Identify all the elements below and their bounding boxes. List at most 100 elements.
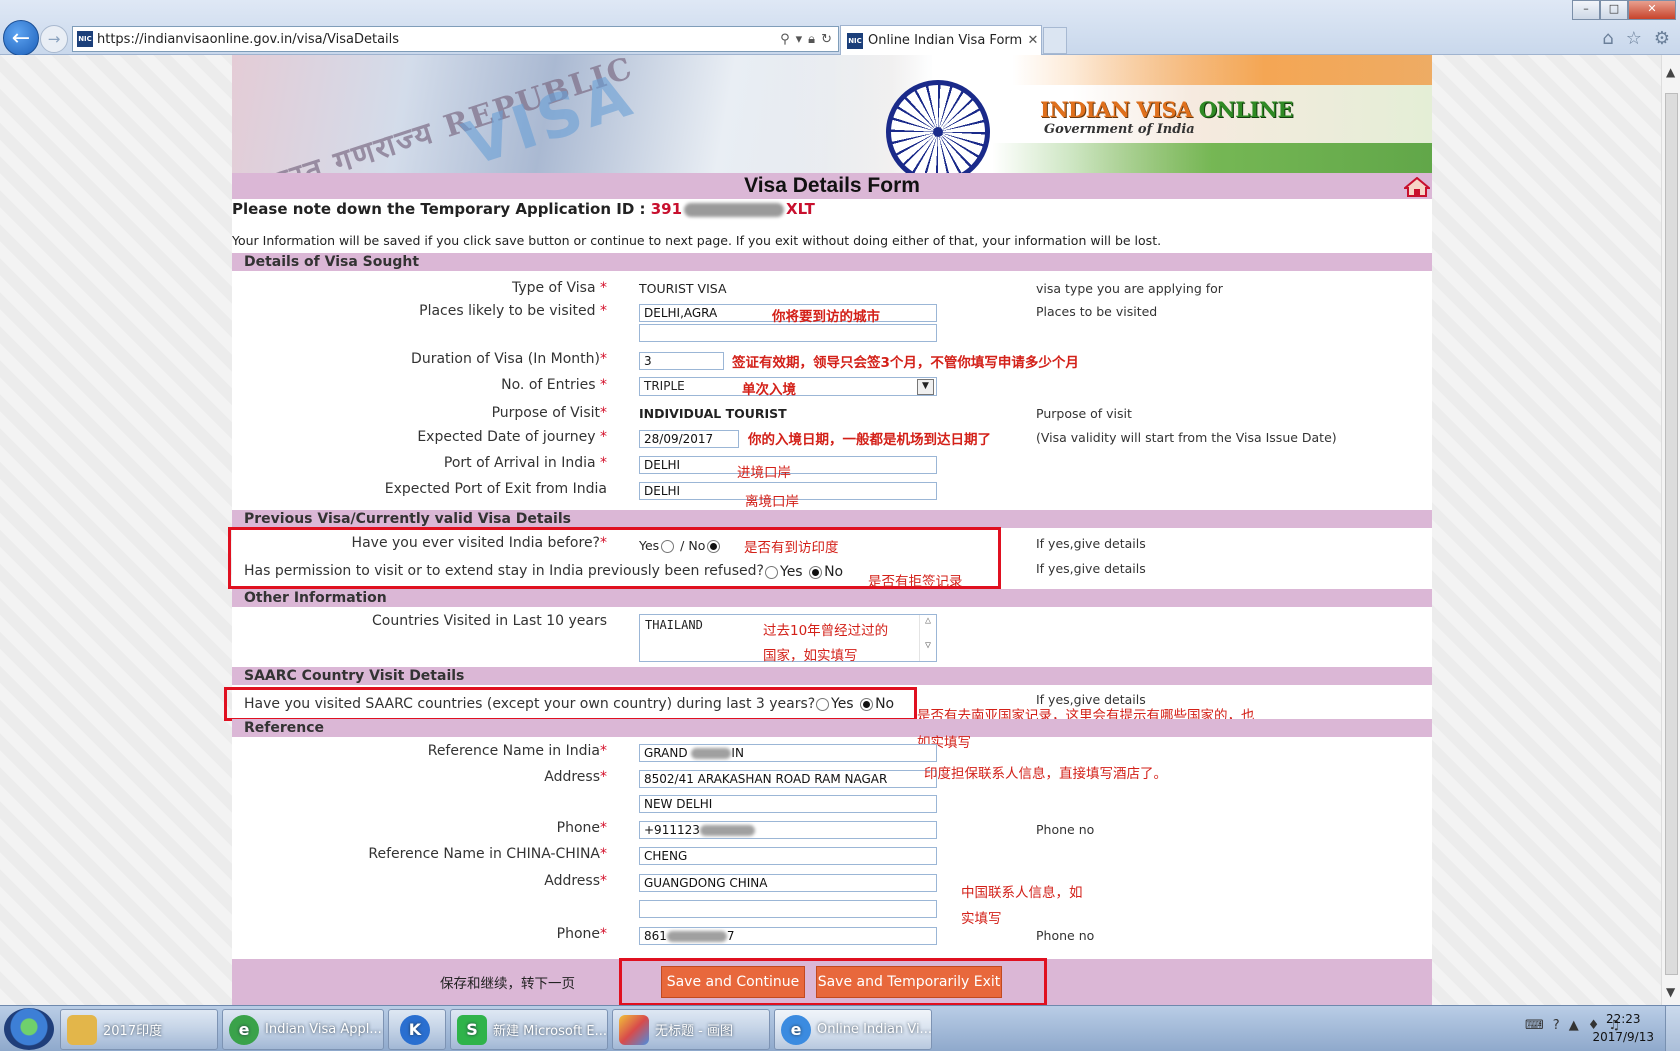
- windows-taskbar: 2017印度 e Indian Visa Appl... K S 新建 Micr…: [0, 1005, 1680, 1051]
- ref-china-address-input-2[interactable]: [639, 900, 937, 918]
- ref-china-name-input[interactable]: CHENG: [639, 847, 937, 865]
- ref-china-address-input-1[interactable]: GUANGDONG CHINA: [639, 874, 937, 892]
- taskbar-item-spreadsheet[interactable]: S 新建 Microsoft E...: [450, 1009, 608, 1050]
- folder-icon: [67, 1014, 97, 1045]
- date-input[interactable]: 28/09/2017: [639, 430, 739, 448]
- address-bar[interactable]: NIC https://indianvisaonline.gov.in/visa…: [72, 26, 839, 52]
- redacted-mask: [684, 202, 785, 217]
- clock-time: 22:23: [1605, 1012, 1641, 1026]
- window-close-button[interactable]: ✕: [1628, 0, 1676, 20]
- taskbar-item-folder[interactable]: 2017印度: [60, 1009, 218, 1050]
- refused-yes-radio[interactable]: [765, 565, 778, 579]
- ref-china-name-label: Reference Name in CHINA-CHINA*: [368, 846, 607, 862]
- site-favicon-icon: NIC: [77, 31, 93, 47]
- taskbar-item-ie-active[interactable]: e Online Indian Vi...: [774, 1009, 932, 1050]
- section-header-saarc: SAARC Country Visit Details: [232, 667, 1432, 685]
- scroll-down-icon[interactable]: ▼: [1666, 985, 1675, 999]
- page-viewport: भारत गणराज्य REPUBLIC VISA INDIAN VISA O…: [0, 55, 1662, 1005]
- lock-icon[interactable]: 🔒︎: [808, 32, 815, 47]
- date-label: Expected Date of journey *: [417, 429, 607, 445]
- ref-india-name-label: Reference Name in India*: [427, 743, 607, 759]
- date-hint: (Visa validity will start from the Visa …: [1036, 430, 1337, 445]
- network-icon[interactable]: ▲: [1569, 1018, 1579, 1033]
- textarea-scrollbar[interactable]: △ ▽: [919, 615, 936, 661]
- section-header-reference: Reference: [232, 719, 1432, 737]
- refused-hint: If yes,give details: [1036, 561, 1146, 576]
- temp-application-id: Please note down the Temporary Applicati…: [232, 200, 815, 218]
- spreadsheet-icon: S: [457, 1014, 487, 1045]
- saarc-no-radio[interactable]: [860, 697, 874, 711]
- dropdown-icon[interactable]: ▾: [796, 32, 803, 47]
- forward-button[interactable]: →: [40, 25, 68, 53]
- form-title-bar: Visa Details Form: [232, 173, 1432, 199]
- keyboard-icon[interactable]: ⌨: [1525, 1018, 1544, 1033]
- url-text[interactable]: https://indianvisaonline.gov.in/visa/Vis…: [97, 32, 780, 47]
- refused-radios: Yes No: [763, 564, 843, 580]
- duration-label: Duration of Visa (In Month)*: [411, 351, 607, 367]
- refresh-icon[interactable]: ↻: [821, 32, 832, 47]
- page-scrollbar[interactable]: ▲ ▼: [1661, 55, 1680, 1005]
- annotation-visited: 是否有到访印度: [744, 540, 839, 556]
- minimize-button[interactable]: –: [1572, 0, 1600, 20]
- redacted-mask: [666, 931, 727, 942]
- system-clock[interactable]: 22:23 2017/9/13: [1592, 1010, 1654, 1046]
- places-hint: Places to be visited: [1036, 304, 1158, 319]
- visa-type-label: Type of Visa *: [511, 280, 607, 296]
- k-app-icon: K: [400, 1014, 430, 1045]
- start-button[interactable]: [4, 1008, 54, 1050]
- visited-no-radio[interactable]: [707, 540, 721, 553]
- section-header-visa-sought: Details of Visa Sought: [232, 253, 1432, 271]
- saarc-radios: Yes No: [814, 696, 894, 712]
- ref-india-address-input-1[interactable]: 8502/41 ARAKASHAN ROAD RAM NAGAR: [639, 770, 937, 788]
- visa-type-hint: visa type you are applying for: [1036, 281, 1223, 296]
- ref-india-name-input[interactable]: GRAND IN: [639, 744, 937, 762]
- annotation-entries: 单次入境: [742, 382, 796, 398]
- browser-chrome: ← → NIC https://indianvisaonline.gov.in/…: [0, 0, 1680, 56]
- favorites-star-icon[interactable]: ☆: [1626, 28, 1642, 49]
- ref-china-address-label: Address*: [544, 873, 607, 889]
- show-desktop-button[interactable]: [1665, 1006, 1680, 1051]
- chevron-down-icon[interactable]: ▼: [917, 379, 934, 395]
- saarc-yes-radio[interactable]: [816, 697, 829, 711]
- header-banner: भारत गणराज्य REPUBLIC VISA INDIAN VISA O…: [232, 55, 1432, 173]
- refused-no-radio[interactable]: [809, 565, 823, 579]
- clock-date: 2017/9/13: [1592, 1030, 1654, 1044]
- taskbar-item-paint[interactable]: 无标题 - 画图: [612, 1009, 770, 1050]
- scroll-up-icon[interactable]: ▲: [1666, 65, 1675, 79]
- taskbar-item-k-app[interactable]: K: [388, 1009, 446, 1050]
- home-icon[interactable]: ⌂: [1602, 28, 1613, 49]
- ref-india-address-input-2[interactable]: NEW DELHI: [639, 795, 937, 813]
- countries-label: Countries Visited in Last 10 years: [372, 613, 607, 629]
- places-input-2[interactable]: [639, 324, 937, 342]
- ref-china-phone-hint: Phone no: [1036, 928, 1095, 943]
- arrow-left-icon: ←: [11, 25, 31, 51]
- visited-hint: If yes,give details: [1036, 536, 1146, 551]
- ref-china-phone-input[interactable]: 861 7: [639, 927, 937, 945]
- visa-stamp-image: भारत गणराज्य REPUBLIC VISA: [232, 55, 932, 173]
- paint-icon: [619, 1014, 649, 1045]
- settings-gear-icon[interactable]: ⚙: [1654, 28, 1670, 49]
- new-tab-button[interactable]: [1043, 27, 1067, 54]
- visited-yes-radio[interactable]: [661, 540, 675, 553]
- site-logo: INDIAN VISA ONLINE Government of India: [1040, 97, 1294, 137]
- scroll-thumb[interactable]: [1665, 93, 1678, 975]
- search-icon[interactable]: ⚲: [780, 32, 790, 47]
- page-title: Visa Details Form: [744, 174, 920, 197]
- home-icon[interactable]: [1404, 177, 1430, 197]
- help-icon[interactable]: ?: [1553, 1018, 1560, 1033]
- visa-form-page: भारत गणराज्य REPUBLIC VISA INDIAN VISA O…: [224, 55, 1432, 1005]
- back-button[interactable]: ←: [3, 20, 39, 56]
- ashoka-chakra-icon: [886, 80, 990, 173]
- tab-close-icon[interactable]: ✕: [1025, 33, 1041, 48]
- entries-label: No. of Entries *: [501, 377, 607, 393]
- taskbar-item-indian-visa-app[interactable]: e Indian Visa Appl...: [222, 1009, 384, 1050]
- maximize-button[interactable]: □: [1600, 0, 1628, 20]
- browser-tab-active[interactable]: NIC Online Indian Visa Form ✕: [840, 25, 1042, 55]
- annotation-duration: 签证有效期，领导只会签3个月，不管你填写申请多少个月: [732, 355, 1079, 371]
- exit-label: Expected Port of Exit from India: [384, 481, 607, 497]
- refused-question: Has permission to visit or to extend sta…: [244, 563, 764, 579]
- duration-input[interactable]: 3: [639, 352, 724, 370]
- ref-india-phone-input[interactable]: +911123: [639, 821, 937, 839]
- ie-icon: e: [781, 1014, 811, 1045]
- section-header-previous-visa: Previous Visa/Currently valid Visa Detai…: [232, 510, 1432, 528]
